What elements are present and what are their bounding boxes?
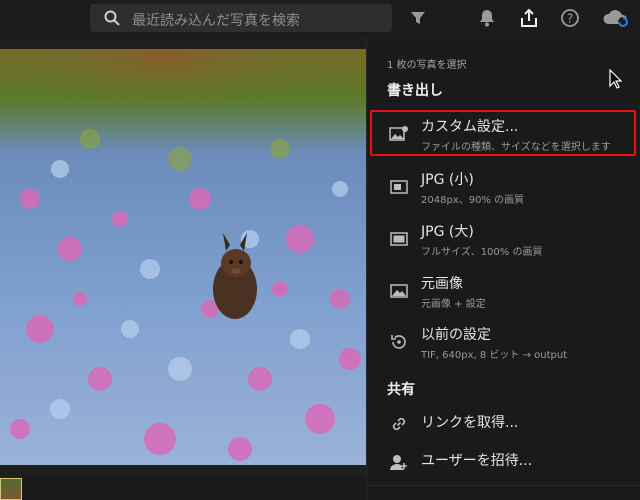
jpg-large-label: JPG (大) bbox=[421, 224, 474, 240]
previous-settings-label: 以前の設定 bbox=[421, 327, 491, 343]
original-image-icon bbox=[389, 281, 409, 301]
search-placeholder: 最近読み込んだ写真を検索 bbox=[132, 13, 300, 29]
jpg-large-icon bbox=[389, 229, 409, 249]
svg-text:?: ? bbox=[567, 12, 573, 26]
selection-count: 1 枚の写真を選択 bbox=[387, 60, 467, 71]
original-image-label: 元画像 bbox=[421, 276, 463, 292]
invite-user-icon bbox=[389, 452, 409, 472]
panel-divider bbox=[366, 485, 640, 486]
previous-settings-icon bbox=[389, 332, 409, 352]
jpg-large-item[interactable]: JPG (大) フルサイズ、100% の画質 bbox=[373, 219, 635, 265]
share-panel: 1 枚の写真を選択 書き出し カスタム設定... ファイルの種類、サイズなどを選… bbox=[366, 36, 640, 500]
jpg-small-desc: 2048px、90% の画質 bbox=[421, 195, 525, 206]
search-input[interactable]: 最近読み込んだ写真を検索 bbox=[90, 4, 392, 32]
filter-icon[interactable] bbox=[406, 6, 430, 30]
jpg-small-item[interactable]: JPG (小) 2048px、90% の画質 bbox=[373, 167, 635, 213]
invite-user-label: ユーザーを招待... bbox=[421, 453, 533, 469]
link-icon bbox=[389, 414, 409, 434]
squirrel-photo[interactable] bbox=[0, 49, 366, 465]
invite-user-item[interactable]: ユーザーを招待... bbox=[373, 442, 635, 488]
photo-viewer bbox=[0, 36, 366, 500]
jpg-large-desc: フルサイズ、100% の画質 bbox=[421, 247, 543, 258]
original-image-desc: 元画像 + 設定 bbox=[421, 299, 486, 310]
mouse-cursor-icon bbox=[609, 68, 623, 93]
help-icon[interactable]: ? bbox=[558, 6, 582, 30]
filmstrip bbox=[0, 478, 366, 500]
share-header: 共有 bbox=[387, 382, 415, 398]
bell-icon[interactable] bbox=[475, 6, 499, 30]
cloud-sync-icon[interactable] bbox=[602, 6, 630, 30]
share-icon[interactable] bbox=[517, 6, 541, 30]
highlight-box bbox=[370, 110, 636, 156]
jpg-small-icon bbox=[389, 177, 409, 197]
previous-settings-item[interactable]: 以前の設定 TIF, 640px, 8 ビット → output bbox=[373, 322, 635, 368]
jpg-small-label: JPG (小) bbox=[421, 172, 474, 188]
search-icon bbox=[104, 10, 120, 30]
previous-settings-desc: TIF, 640px, 8 ビット → output bbox=[421, 350, 568, 361]
top-toolbar: 最近読み込んだ写真を検索 ? bbox=[0, 0, 640, 36]
photo-thumbnail[interactable] bbox=[0, 478, 22, 500]
get-link-label: リンクを取得... bbox=[421, 415, 519, 431]
export-header: 書き出し bbox=[387, 83, 443, 99]
original-image-item[interactable]: 元画像 元画像 + 設定 bbox=[373, 271, 635, 317]
